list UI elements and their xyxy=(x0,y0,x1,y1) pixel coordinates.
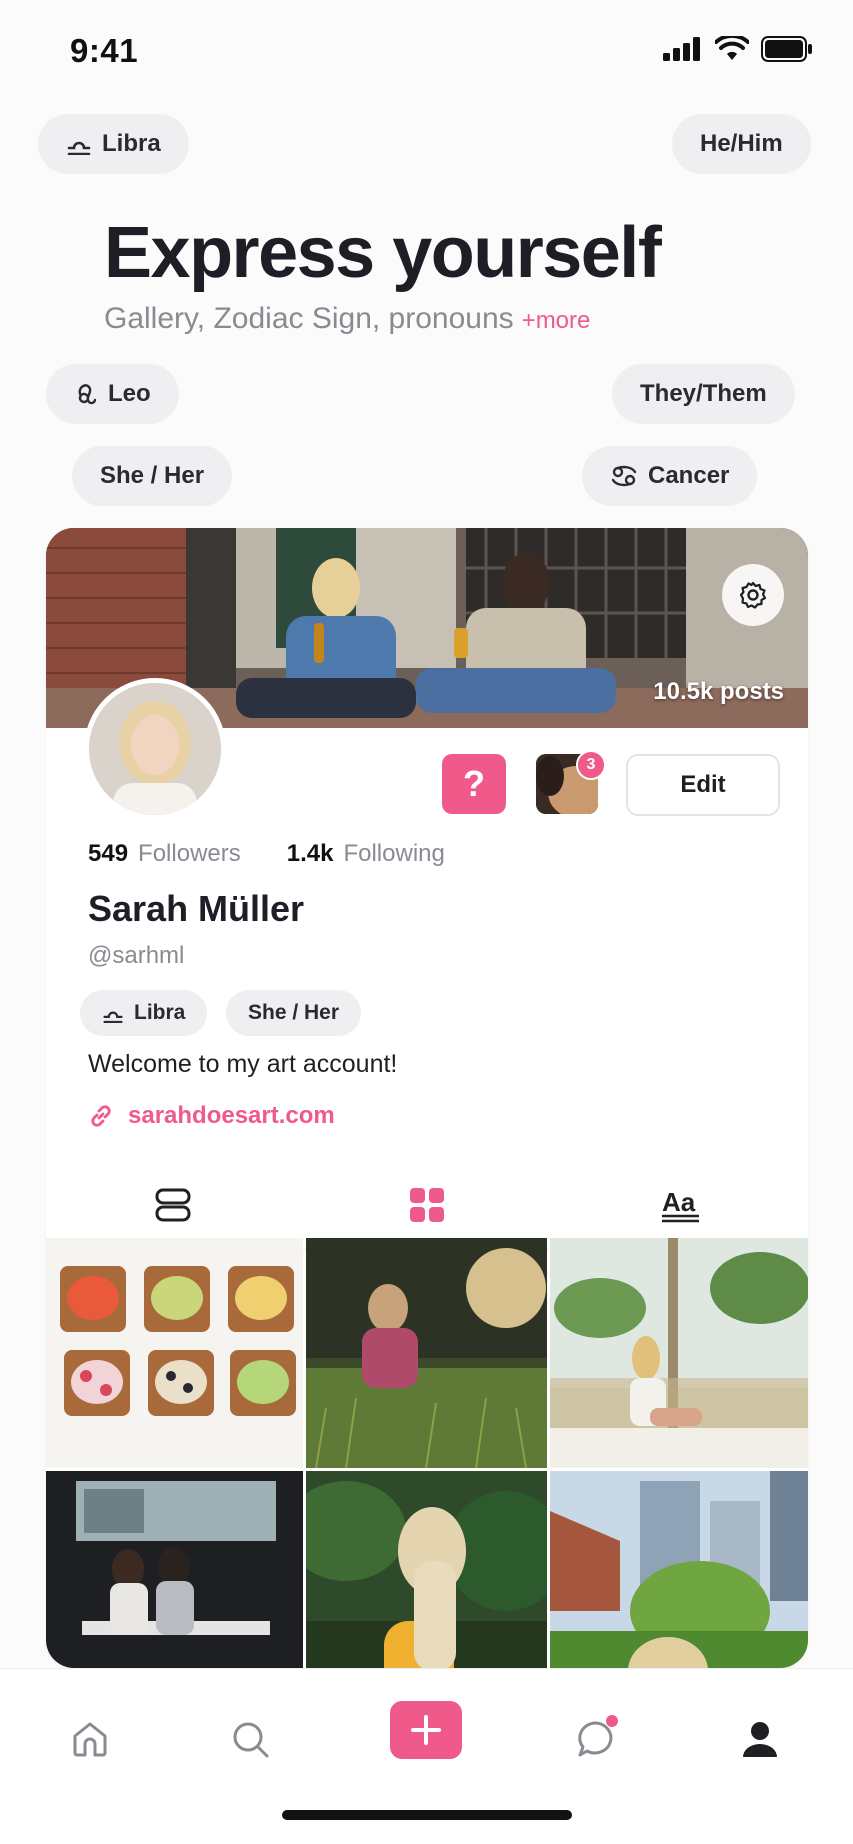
battery-icon xyxy=(761,36,812,62)
nav-add-button[interactable] xyxy=(390,1701,462,1759)
chip-libra[interactable]: Libra xyxy=(38,114,189,174)
chip-she-her[interactable]: She / Her xyxy=(72,446,233,506)
wifi-icon xyxy=(715,36,749,60)
profile-name: Sarah Müller xyxy=(88,888,305,929)
following-stat[interactable]: 1.4k Following xyxy=(287,840,445,868)
svg-text:Aa: Aa xyxy=(662,1187,696,1217)
status-time: 9:41 xyxy=(70,32,139,69)
hero-subtitle: Gallery, Zodiac Sign, pronouns +more xyxy=(104,302,590,336)
nav-search[interactable] xyxy=(220,1709,280,1769)
status-icons xyxy=(663,36,813,62)
settings-button[interactable] xyxy=(722,564,784,626)
profile-tag-she-her-label: She / Her xyxy=(248,1001,340,1024)
nav-messages[interactable] xyxy=(566,1709,626,1769)
home-icon xyxy=(73,1722,107,1757)
profile-link-text: sarahdoesart.com xyxy=(128,1102,335,1129)
chip-leo-label: Leo xyxy=(108,380,151,407)
grid-view-icon xyxy=(410,1187,444,1222)
plus-icon xyxy=(411,1715,441,1745)
story-badge: 3 xyxy=(576,750,606,780)
followers-label: Followers xyxy=(138,840,241,867)
hero-subtitle-text: Gallery, Zodiac Sign, pronouns xyxy=(104,302,514,335)
profile-tag-libra-label: Libra xyxy=(134,1001,186,1024)
profile-bio: Welcome to my art account! xyxy=(88,1050,398,1078)
notification-dot xyxy=(606,1715,618,1727)
posts-count: 10.5k posts xyxy=(653,678,784,705)
cellular-signal-icon xyxy=(663,37,700,61)
hero-title: Express yourself xyxy=(104,213,662,293)
gallery-tile-visitors[interactable] xyxy=(46,1471,303,1668)
gallery-tile-park[interactable] xyxy=(550,1471,808,1668)
gallery-tile-forest[interactable] xyxy=(306,1471,547,1668)
chip-she-her-label: She / Her xyxy=(100,462,205,489)
cancer-icon xyxy=(611,465,637,487)
chip-cancer[interactable]: Cancer xyxy=(582,446,758,506)
followers-stat[interactable]: 549 Followers xyxy=(88,840,241,868)
gallery-visitors-photo xyxy=(46,1471,303,1668)
chip-he-him[interactable]: He/Him xyxy=(672,114,811,174)
nav-home[interactable] xyxy=(60,1709,120,1769)
following-count: 1.4k xyxy=(286,840,334,867)
window-palms-photo xyxy=(550,1238,808,1468)
profile-tabs: Aa xyxy=(46,1160,808,1250)
profile-link[interactable]: sarahdoesart.com xyxy=(88,1102,335,1130)
question-button[interactable]: ? xyxy=(442,754,506,814)
profile-card: 10.5k posts ? 3 Edit 549 Followers 1.4k Fo… xyxy=(46,528,808,1668)
avatar[interactable] xyxy=(84,678,226,820)
gallery-tile-meadow[interactable] xyxy=(306,1238,547,1468)
chip-they-them[interactable]: They/Them xyxy=(612,364,795,424)
followers-count: 549 xyxy=(88,840,129,867)
forest-lake-photo xyxy=(306,1471,547,1668)
chip-he-him-label: He/Him xyxy=(700,130,783,157)
chip-leo[interactable]: Leo xyxy=(46,364,179,424)
libra-icon xyxy=(103,1011,123,1023)
text-view-icon: Aa xyxy=(662,1187,699,1222)
libra-icon xyxy=(67,141,91,155)
status-bar: 9:41 xyxy=(0,0,853,104)
meadow-sunset-photo xyxy=(306,1238,547,1468)
gallery-grid xyxy=(46,1238,808,1668)
home-indicator xyxy=(282,1810,572,1820)
tab-list-view[interactable] xyxy=(46,1160,300,1249)
tab-text-view[interactable]: Aa xyxy=(554,1160,808,1249)
avatar-image xyxy=(89,683,221,815)
profile-tag-she-her[interactable]: She / Her xyxy=(226,990,362,1036)
leo-icon xyxy=(78,384,97,405)
gear-icon xyxy=(739,581,767,609)
gallery-tile-toast[interactable] xyxy=(46,1238,303,1468)
toast-photo xyxy=(46,1238,303,1468)
chip-cancer-label: Cancer xyxy=(648,462,730,489)
list-view-icon xyxy=(155,1188,191,1221)
search-icon xyxy=(233,1722,269,1758)
profile-icon xyxy=(743,1722,777,1757)
tab-grid-view[interactable] xyxy=(300,1160,554,1249)
profile-handle: @sarhml xyxy=(88,942,185,969)
nav-profile[interactable] xyxy=(730,1709,790,1769)
city-park-photo xyxy=(550,1471,808,1668)
profile-tag-libra[interactable]: Libra xyxy=(80,990,208,1036)
stats: 549 Followers 1.4k Following xyxy=(88,840,445,868)
edit-profile-button[interactable]: Edit xyxy=(626,754,780,816)
chip-they-them-label: They/Them xyxy=(640,380,767,407)
gallery-tile-window[interactable] xyxy=(550,1238,808,1468)
chip-libra-label: Libra xyxy=(102,130,161,157)
more-link[interactable]: +more xyxy=(522,307,591,334)
following-label: Following xyxy=(343,840,445,867)
link-icon xyxy=(91,1105,111,1127)
